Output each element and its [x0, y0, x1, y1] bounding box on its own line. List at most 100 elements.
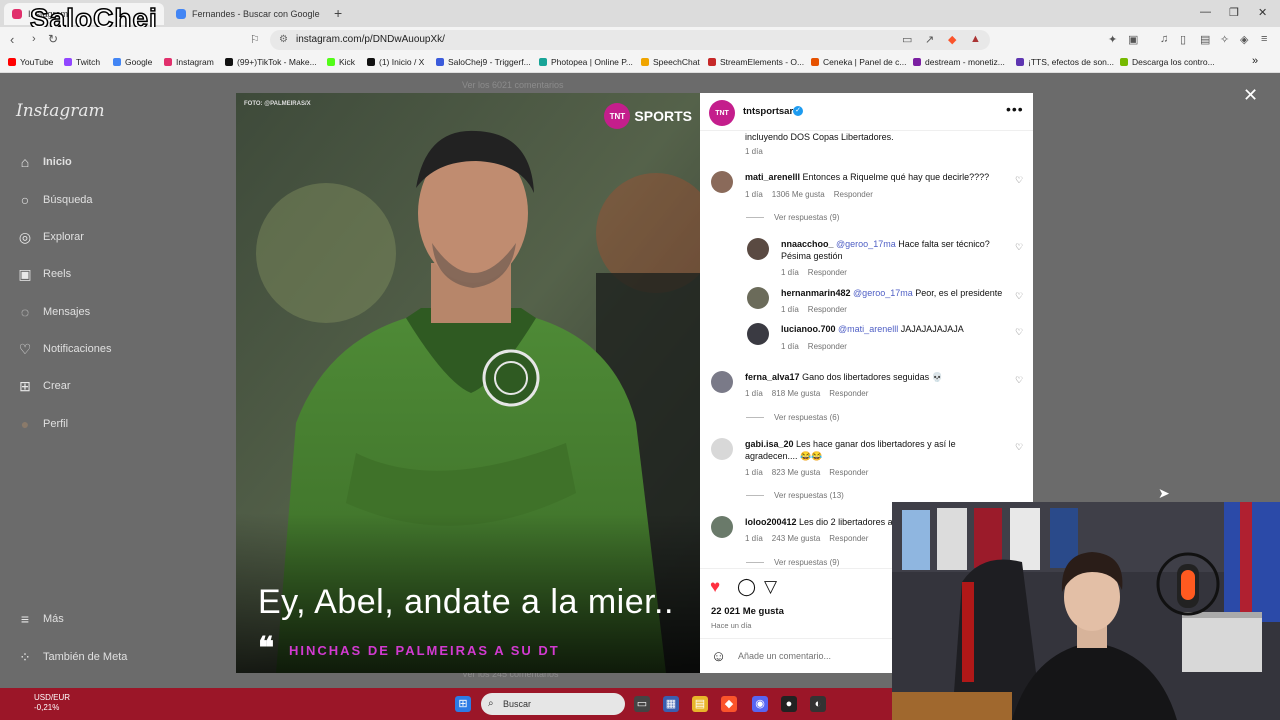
start-icon[interactable]: ⊞: [455, 696, 471, 712]
avatar[interactable]: [747, 287, 769, 309]
reload-icon[interactable]: ↻: [48, 32, 58, 46]
comment-username[interactable]: nnaacchoo_: [781, 239, 834, 249]
bookmark-speechchat[interactable]: SpeechChat: [641, 57, 700, 67]
comment-username[interactable]: mati_arenelll: [745, 172, 800, 182]
comment-username[interactable]: gabi.isa_20: [745, 439, 794, 449]
share-icon[interactable]: ▽: [764, 577, 777, 597]
obs-icon[interactable]: ●: [781, 696, 797, 712]
add-comment-input[interactable]: Añade un comentario...: [738, 651, 831, 661]
rewards-icon[interactable]: ▲: [970, 33, 981, 45]
comment-icon[interactable]: ◯: [737, 577, 756, 597]
stock-widget[interactable]: USD/EUR -0,21%: [34, 693, 70, 713]
view-replies-button[interactable]: Ver respuestas (6): [746, 413, 839, 422]
avatar[interactable]: [747, 238, 769, 260]
bookmark-google[interactable]: Google: [113, 57, 152, 67]
comment-username[interactable]: hernanmarin482: [781, 288, 851, 298]
like-comment-icon[interactable]: ♡: [1015, 291, 1023, 302]
bookmark-x[interactable]: (1) Inicio / X: [367, 57, 424, 67]
reply-button[interactable]: Responder: [808, 342, 847, 351]
comment-username[interactable]: ferna_alva17: [745, 372, 800, 382]
media-icon[interactable]: ♫: [1160, 33, 1168, 45]
author-avatar[interactable]: TNT: [709, 100, 735, 126]
nav-crear[interactable]: ⊞ Crear: [16, 376, 70, 396]
steam-icon[interactable]: ◐: [810, 696, 826, 712]
like-comment-icon[interactable]: ♡: [1015, 175, 1023, 186]
sidebar-icon[interactable]: ▯: [1180, 33, 1186, 46]
bookmark-kick[interactable]: Kick: [327, 57, 355, 67]
emoji-icon[interactable]: ☺: [711, 648, 726, 665]
comment-username[interactable]: lucianoo.700: [781, 324, 836, 334]
leo-ai-icon[interactable]: ✧: [1220, 33, 1229, 46]
extensions-icon[interactable]: ✦: [1108, 33, 1117, 46]
task-view-icon[interactable]: ▭: [634, 696, 650, 712]
new-tab-button[interactable]: +: [334, 5, 342, 21]
bookmark-instagram[interactable]: Instagram: [164, 57, 214, 67]
nav-reels[interactable]: ▣ Reels: [16, 264, 71, 284]
bookmark-ceneka[interactable]: Ceneka | Panel de c...: [811, 57, 906, 67]
bookmark-icon[interactable]: ⚐: [250, 33, 260, 46]
brave-shield-icon[interactable]: ◆: [948, 33, 956, 46]
nav-perfil[interactable]: ● Perfil: [16, 414, 68, 434]
site-info-icon[interactable]: ⚙: [279, 30, 288, 50]
screenshot-icon[interactable]: ▣: [1128, 33, 1138, 46]
like-comment-icon[interactable]: ♡: [1015, 242, 1023, 253]
restore-icon[interactable]: ❐: [1229, 6, 1239, 19]
menu-icon[interactable]: ≡: [1261, 33, 1267, 45]
avatar[interactable]: [711, 171, 733, 193]
nav-notificaciones[interactable]: ♡ Notificaciones: [16, 339, 112, 359]
like-comment-icon[interactable]: ♡: [1015, 327, 1023, 338]
mention-link[interactable]: @mati_arenelll: [838, 324, 898, 334]
view-replies-button[interactable]: Ver respuestas (9): [746, 558, 839, 567]
discord-icon[interactable]: ◉: [752, 696, 768, 712]
nav-mas[interactable]: ≡ Más: [16, 609, 64, 629]
more-options-icon[interactable]: •••: [1006, 101, 1024, 117]
minimize-icon[interactable]: —: [1200, 6, 1211, 18]
bookmark-photopea[interactable]: Photopea | Online P...: [539, 57, 633, 67]
avatar[interactable]: [711, 438, 733, 460]
brave-browser-icon[interactable]: ◆: [721, 696, 737, 712]
tab-google-search[interactable]: Fernandes - Buscar con Google: [168, 3, 328, 25]
likes-count[interactable]: 22 021 Me gusta: [711, 606, 784, 617]
mention-link[interactable]: @geroo_17ma: [853, 288, 913, 298]
close-window-icon[interactable]: ✕: [1258, 6, 1267, 19]
reply-button[interactable]: Responder: [829, 468, 868, 477]
wallet-icon[interactable]: ▤: [1200, 33, 1210, 46]
reply-button[interactable]: Responder: [808, 268, 847, 277]
url-bar[interactable]: ⚙ instagram.com/p/DNDwAuoupXk/: [270, 30, 990, 50]
like-comment-icon[interactable]: ♡: [1015, 375, 1023, 386]
avatar[interactable]: [711, 516, 733, 538]
share-icon[interactable]: ↗: [925, 33, 934, 46]
comment-likes[interactable]: 243 Me gusta: [772, 534, 820, 543]
taskbar-search[interactable]: ⌕ Buscar: [481, 693, 625, 715]
store-icon[interactable]: ▦: [663, 696, 679, 712]
avatar[interactable]: [747, 323, 769, 345]
bookmark-youtube[interactable]: YouTube: [8, 57, 53, 67]
file-explorer-icon[interactable]: ▤: [692, 696, 708, 712]
liked-heart-icon[interactable]: ♥: [710, 577, 720, 597]
mention-link[interactable]: @geroo_17ma: [836, 239, 896, 249]
bookmark-tiktok[interactable]: (99+)TikTok - Make...: [225, 57, 317, 67]
nav-inicio[interactable]: ⌂ Inicio: [16, 152, 72, 172]
more-bookmarks-icon[interactable]: »: [1252, 55, 1258, 67]
close-icon[interactable]: ✕: [1243, 85, 1258, 106]
comment-username[interactable]: loloo200412: [745, 517, 797, 527]
forward-icon[interactable]: ›: [32, 33, 36, 45]
view-replies-button[interactable]: Ver respuestas (13): [746, 491, 844, 500]
like-comment-icon[interactable]: ♡: [1015, 442, 1023, 453]
bookmark-tts[interactable]: ¡TTS, efectos de son...: [1016, 57, 1114, 67]
bookmark-twitch[interactable]: Twitch: [64, 57, 100, 67]
bookmark-destream[interactable]: destream - monetiz...: [913, 57, 1005, 67]
comment-likes[interactable]: 818 Me gusta: [772, 389, 820, 398]
avatar[interactable]: [711, 371, 733, 393]
reply-button[interactable]: Responder: [834, 190, 873, 199]
bookmark-streamelements[interactable]: StreamElements - O...: [708, 57, 804, 67]
comment-likes[interactable]: 1306 Me gusta: [772, 190, 825, 199]
cast-icon[interactable]: ▭: [902, 33, 912, 46]
author-username[interactable]: tntsportsar: [743, 106, 793, 117]
comment-likes[interactable]: 823 Me gusta: [772, 468, 820, 477]
view-replies-button[interactable]: Ver respuestas (9): [746, 213, 839, 222]
vpn-icon[interactable]: ◈: [1240, 33, 1248, 46]
bookmark-triggerfyre[interactable]: SaloChej9 - Triggerf...: [436, 57, 531, 67]
instagram-logo[interactable]: Instagram: [16, 101, 105, 121]
nav-busqueda[interactable]: ○ Búsqueda: [16, 190, 93, 210]
